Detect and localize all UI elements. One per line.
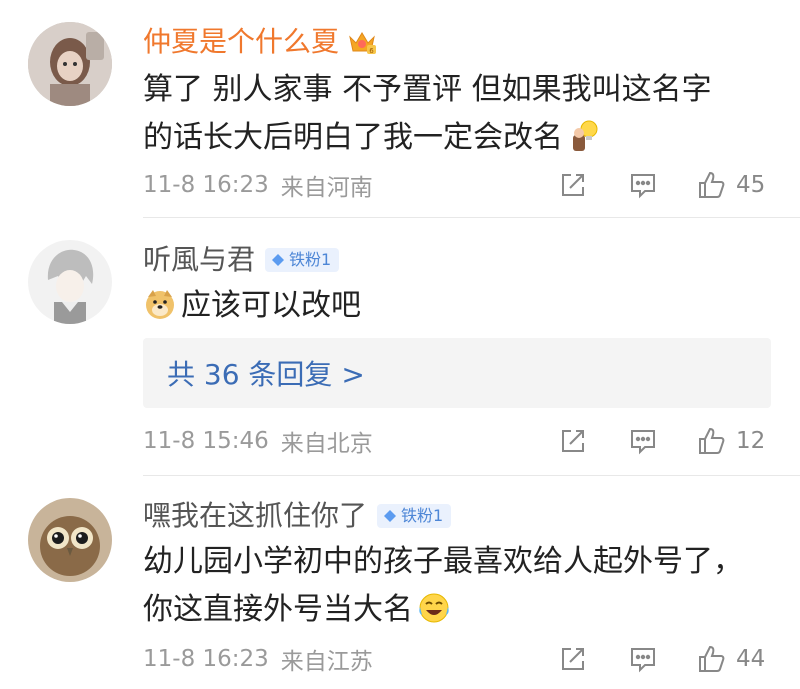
comment-item: 嘿我在这抓住你了 铁粉1 幼儿园小学初中的孩子最喜欢给人起外号了， 你这直接外号… bbox=[0, 476, 800, 689]
like-count: 45 bbox=[736, 172, 766, 198]
fan-badge: 铁粉1 bbox=[377, 504, 452, 528]
diamond-icon bbox=[272, 254, 285, 266]
avatar[interactable] bbox=[28, 240, 112, 324]
like-count: 44 bbox=[736, 646, 766, 672]
comment-time: 11-8 16:23 bbox=[143, 172, 269, 198]
comment-text-line: 的话长大后明白了我一定会改名 bbox=[143, 120, 563, 155]
thumbs-up-icon[interactable] bbox=[696, 170, 726, 200]
fan-badge-label: 铁粉1 bbox=[289, 250, 332, 269]
comment-icon[interactable] bbox=[628, 644, 658, 674]
username[interactable]: 仲夏是个什么夏 bbox=[143, 22, 339, 62]
thumbs-up-icon[interactable] bbox=[696, 644, 726, 674]
comment-item: 仲夏是个什么夏 6 算了 别人家事 不予置评 但如果我叫这名字 的话长大后明白了… bbox=[0, 0, 800, 218]
comment-location: 来自河南 bbox=[280, 175, 373, 201]
comment-location: 来自江苏 bbox=[280, 649, 373, 675]
fan-badge: 铁粉1 bbox=[265, 248, 340, 272]
comment-text-line: 算了 别人家事 不予置评 但如果我叫这名字 bbox=[143, 72, 712, 107]
avatar[interactable] bbox=[28, 22, 112, 106]
laugh-cry-emoji bbox=[419, 593, 449, 623]
vip-crown-icon: 6 bbox=[349, 32, 377, 55]
svg-text:6: 6 bbox=[369, 47, 374, 55]
comment-time: 11-8 15:46 bbox=[143, 428, 269, 454]
comment-text-line: 应该可以改吧 bbox=[181, 288, 361, 323]
comment-location: 来自北京 bbox=[280, 431, 373, 457]
share-icon[interactable] bbox=[558, 426, 588, 456]
avatar[interactable] bbox=[28, 498, 112, 582]
comment-text-line: 幼儿园小学初中的孩子最喜欢给人起外号了， bbox=[143, 544, 743, 579]
thumbs-up-icon[interactable] bbox=[696, 426, 726, 456]
comment-time: 11-8 16:23 bbox=[143, 646, 269, 672]
replies-label: 共 36 条回复 > bbox=[167, 358, 365, 391]
comment-item: 听風与君 铁粉1 应该可以改吧 共 36 条回复 > 11-8 15:46 来自… bbox=[0, 218, 800, 476]
thinking-lightbulb-emoji bbox=[573, 120, 598, 151]
username[interactable]: 嘿我在这抓住你了 bbox=[143, 496, 367, 536]
share-icon[interactable] bbox=[558, 170, 588, 200]
view-replies-button[interactable]: 共 36 条回复 > bbox=[143, 338, 771, 408]
comment-icon[interactable] bbox=[628, 426, 658, 456]
doge-emoji bbox=[146, 290, 174, 319]
diamond-icon bbox=[384, 510, 397, 522]
comment-text-line: 你这直接外号当大名 bbox=[143, 592, 413, 627]
comment-icon[interactable] bbox=[628, 170, 658, 200]
fan-badge-label: 铁粉1 bbox=[401, 506, 444, 525]
username[interactable]: 听風与君 bbox=[143, 240, 255, 280]
share-icon[interactable] bbox=[558, 644, 588, 674]
like-count: 12 bbox=[736, 428, 766, 454]
